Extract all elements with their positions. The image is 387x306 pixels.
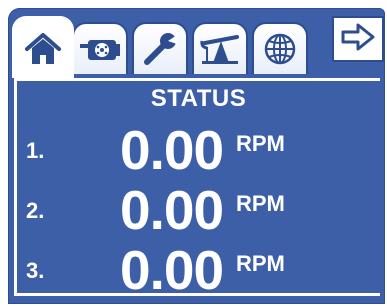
rpm-value: 0.00 [120, 119, 224, 181]
tab-pump[interactable] [72, 22, 128, 74]
row-index: 2. [26, 198, 45, 223]
status-panel: STATUS 1. 0.00 RPM 2. 0.00 RPM 3. 0.00 R… [14, 78, 380, 299]
row-index: 1. [26, 138, 45, 163]
status-row: 1. 0.00 RPM [17, 119, 380, 179]
home-icon [24, 32, 62, 66]
rpm-unit: RPM [236, 191, 285, 216]
tab-bar [10, 14, 328, 78]
rpm-unit: RPM [236, 131, 285, 156]
status-row: 2. 0.00 RPM [17, 179, 380, 239]
status-row: 3. 0.00 RPM [17, 239, 380, 299]
arrow-right-icon [340, 22, 376, 57]
tab-settings[interactable] [132, 22, 188, 74]
pumpjack-icon [199, 33, 241, 65]
tab-pumpjack[interactable] [192, 22, 248, 74]
rpm-unit: RPM [236, 251, 285, 276]
tab-network[interactable] [252, 22, 308, 74]
status-title: STATUS [150, 85, 247, 112]
next-page-button[interactable] [332, 16, 384, 62]
pump-icon [78, 34, 122, 64]
row-index: 3. [26, 258, 45, 283]
rpm-value: 0.00 [120, 239, 224, 301]
wrench-icon [141, 32, 179, 66]
tab-home[interactable] [12, 16, 74, 78]
rpm-value: 0.00 [120, 179, 224, 241]
globe-icon [263, 32, 297, 66]
